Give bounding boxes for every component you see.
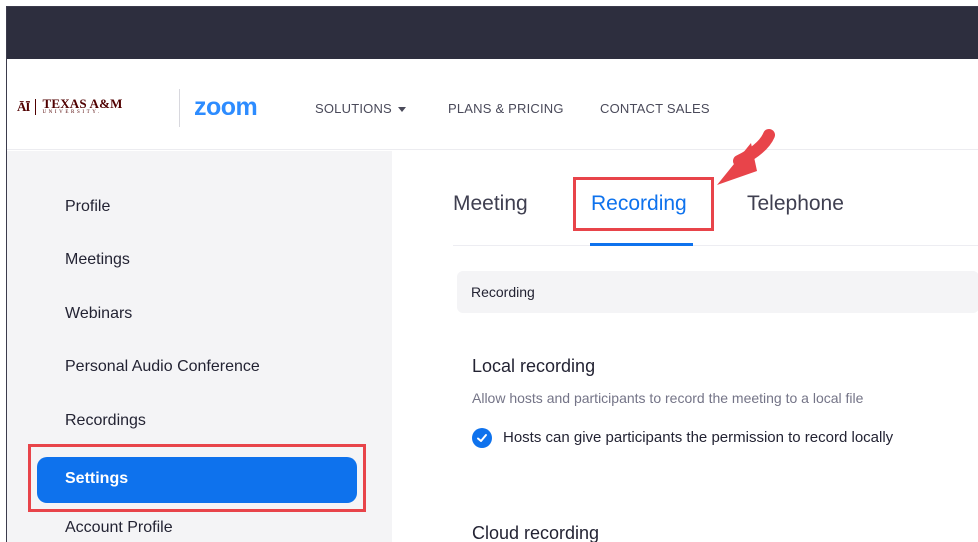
tab-meeting[interactable]: Meeting xyxy=(453,192,528,216)
app-window: ĀĪ TEXAS A&M UNIVERSITY. zoom SOLUTIONS … xyxy=(6,6,978,542)
section-label: Recording xyxy=(471,284,535,300)
tamu-wordmark: TEXAS A&M UNIVERSITY. xyxy=(42,97,122,116)
settings-highlight-box xyxy=(28,444,366,512)
sidebar-item-account-profile[interactable]: Account Profile xyxy=(65,519,173,537)
nav-plans-pricing[interactable]: PLANS & PRICING xyxy=(448,101,564,116)
sidebar-item-meetings[interactable]: Meetings xyxy=(65,251,130,269)
caret-down-icon xyxy=(397,107,406,113)
tamu-logo[interactable]: ĀĪ TEXAS A&M UNIVERSITY. xyxy=(17,97,123,116)
nav-contact-sales[interactable]: CONTACT SALES xyxy=(600,101,710,116)
host-permission-checkbox[interactable] xyxy=(472,428,492,448)
checkmark-icon xyxy=(477,434,487,442)
local-recording-description: Allow hosts and participants to record t… xyxy=(472,390,864,406)
tamu-logo-separator xyxy=(35,98,37,115)
zoom-logo[interactable]: zoom xyxy=(194,93,258,122)
sidebar-item-personal-audio-conference[interactable]: Personal Audio Conference xyxy=(65,358,260,376)
top-bar xyxy=(7,7,978,59)
recording-tab-highlight-box xyxy=(573,177,714,231)
tamu-subtitle: UNIVERSITY. xyxy=(42,110,102,115)
local-recording-title: Local recording xyxy=(472,356,596,376)
host-permission-label: Hosts can give participants the permissi… xyxy=(503,429,894,446)
recording-section-header: Recording xyxy=(457,271,978,313)
tamu-mark-icon: ĀĪ xyxy=(17,98,30,114)
active-tab-indicator xyxy=(590,243,693,246)
tamu-name: TEXAS A&M xyxy=(42,96,123,111)
logo-divider xyxy=(179,89,180,127)
nav-solutions[interactable]: SOLUTIONS xyxy=(315,101,406,116)
sidebar-item-profile[interactable]: Profile xyxy=(65,198,110,216)
nav-solutions-label: SOLUTIONS xyxy=(315,101,392,116)
red-arrow-icon xyxy=(717,129,775,185)
site-header: ĀĪ TEXAS A&M UNIVERSITY. zoom SOLUTIONS … xyxy=(7,59,978,150)
tabs-divider xyxy=(453,245,978,246)
sidebar-item-webinars[interactable]: Webinars xyxy=(65,305,132,323)
sidebar-item-recordings[interactable]: Recordings xyxy=(65,412,146,430)
cloud-recording-title: Cloud recording xyxy=(472,523,600,542)
